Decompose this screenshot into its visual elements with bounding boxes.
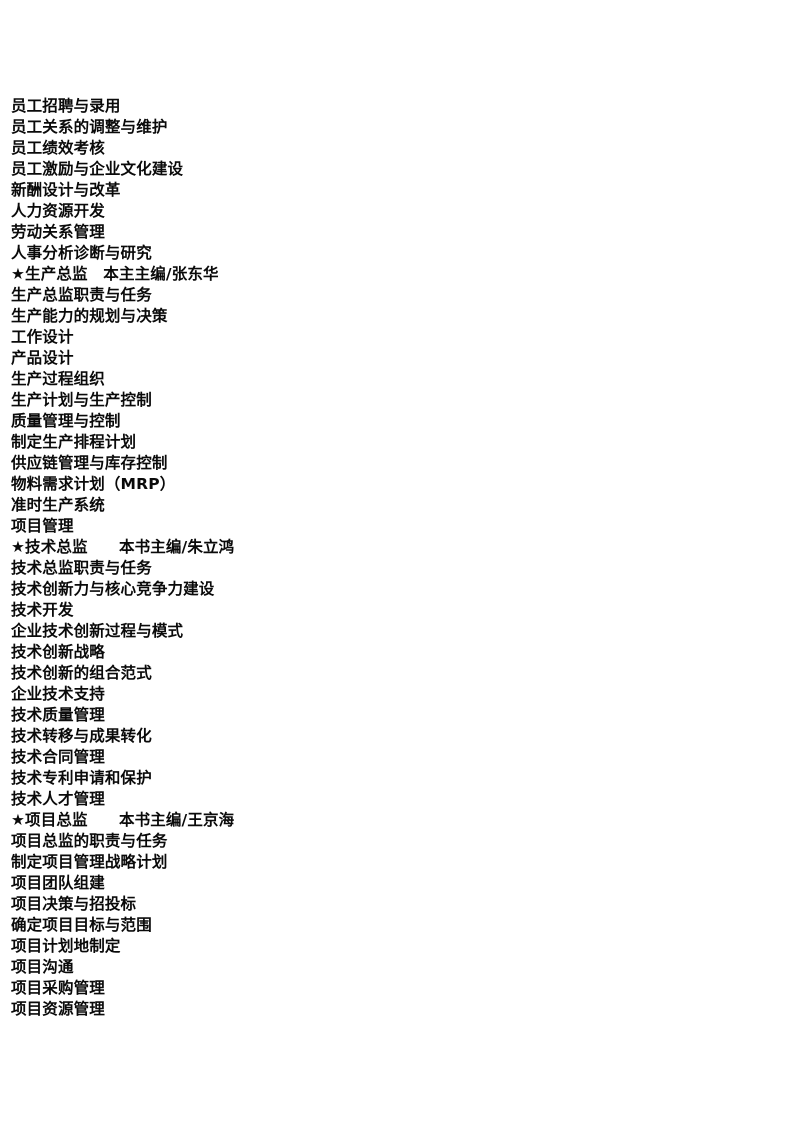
section-heading-line: ★技术总监 本书主编/朱立鸿 — [11, 538, 235, 556]
toc-entry-line: 技术创新的组合范式 — [11, 664, 152, 682]
section-heading-line: ★项目总监 本书主编/王京海 — [11, 811, 235, 829]
toc-entry-line: 项目采购管理 — [11, 979, 105, 997]
toc-entry-line: 项目决策与招投标 — [11, 895, 137, 913]
toc-entry-line: 生产总监职责与任务 — [11, 286, 152, 304]
toc-entry-line: 员工绩效考核 — [11, 139, 105, 157]
toc-entry-line: 产品设计 — [11, 349, 74, 367]
toc-entry-line: 准时生产系统 — [11, 496, 105, 514]
toc-entry-line: 劳动关系管理 — [11, 223, 105, 241]
toc-entry-line: 项目沟通 — [11, 958, 74, 976]
toc-entry-line: 人事分析诊断与研究 — [11, 244, 152, 262]
toc-entry-line: 技术专利申请和保护 — [11, 769, 152, 787]
toc-entry-line: 生产能力的规划与决策 — [11, 307, 168, 325]
toc-entry-line: 企业技术支持 — [11, 685, 105, 703]
table-of-contents-list: 员工招聘与录用员工关系的调整与维护 员工绩效考核员工激励与企业文化建设 新酬设计与改… — [11, 96, 771, 1020]
toc-entry-line: 技术创新力与核心竞争力建设 — [11, 580, 215, 598]
toc-entry-line: 制定生产排程计划 — [11, 433, 137, 451]
toc-entry-line: 企业技术创新过程与模式 — [11, 622, 184, 640]
toc-entry-line: 确定项目目标与范围 — [11, 916, 152, 934]
toc-entry-line: 员工激励与企业文化建设 — [11, 160, 184, 178]
toc-entry-line: 制定项目管理战略计划 — [11, 853, 168, 871]
toc-entry-line: 生产计划与生产控制 — [11, 391, 152, 409]
toc-entry-line: 技术总监职责与任务 — [11, 559, 152, 577]
toc-entry-line: 质量管理与控制 — [11, 412, 121, 430]
toc-entry-line: 供应链管理与库存控制 — [11, 454, 168, 472]
section-heading-line: ★生产总监 本主主编/张东华 — [11, 265, 219, 283]
toc-entry-line: 技术开发 — [11, 601, 74, 619]
toc-entry-line: 技术人才管理 — [11, 790, 105, 808]
toc-entry-line: 工作设计 — [11, 328, 74, 346]
toc-entry-line: 人力资源开发 — [11, 202, 105, 220]
toc-entry-line: 技术创新战略 — [11, 643, 105, 661]
toc-entry-line: 员工关系的调整与维护 — [11, 118, 168, 136]
toc-entry-line: 技术转移与成果转化 — [11, 727, 152, 745]
toc-entry-line: 员工招聘与录用 — [11, 97, 121, 115]
toc-entry-line: 技术质量管理 — [11, 706, 105, 724]
toc-entry-line: 项目总监的职责与任务 — [11, 832, 168, 850]
toc-entry-line: 技术合同管理 — [11, 748, 105, 766]
toc-entry-line: 物料需求计划（MRP） — [11, 475, 176, 493]
toc-entry-line: 生产过程组织 — [11, 370, 105, 388]
toc-entry-line: 项目资源管理 — [11, 1000, 105, 1018]
toc-entry-line: 新酬设计与改革 — [11, 181, 121, 199]
document-page: 员工招聘与录用员工关系的调整与维护 员工绩效考核员工激励与企业文化建设 新酬设计与改… — [0, 0, 800, 1132]
toc-entry-line: 项目管理 — [11, 517, 74, 535]
toc-entry-line: 项目团队组建 — [11, 874, 105, 892]
toc-entry-line: 项目计划地制定 — [11, 937, 121, 955]
